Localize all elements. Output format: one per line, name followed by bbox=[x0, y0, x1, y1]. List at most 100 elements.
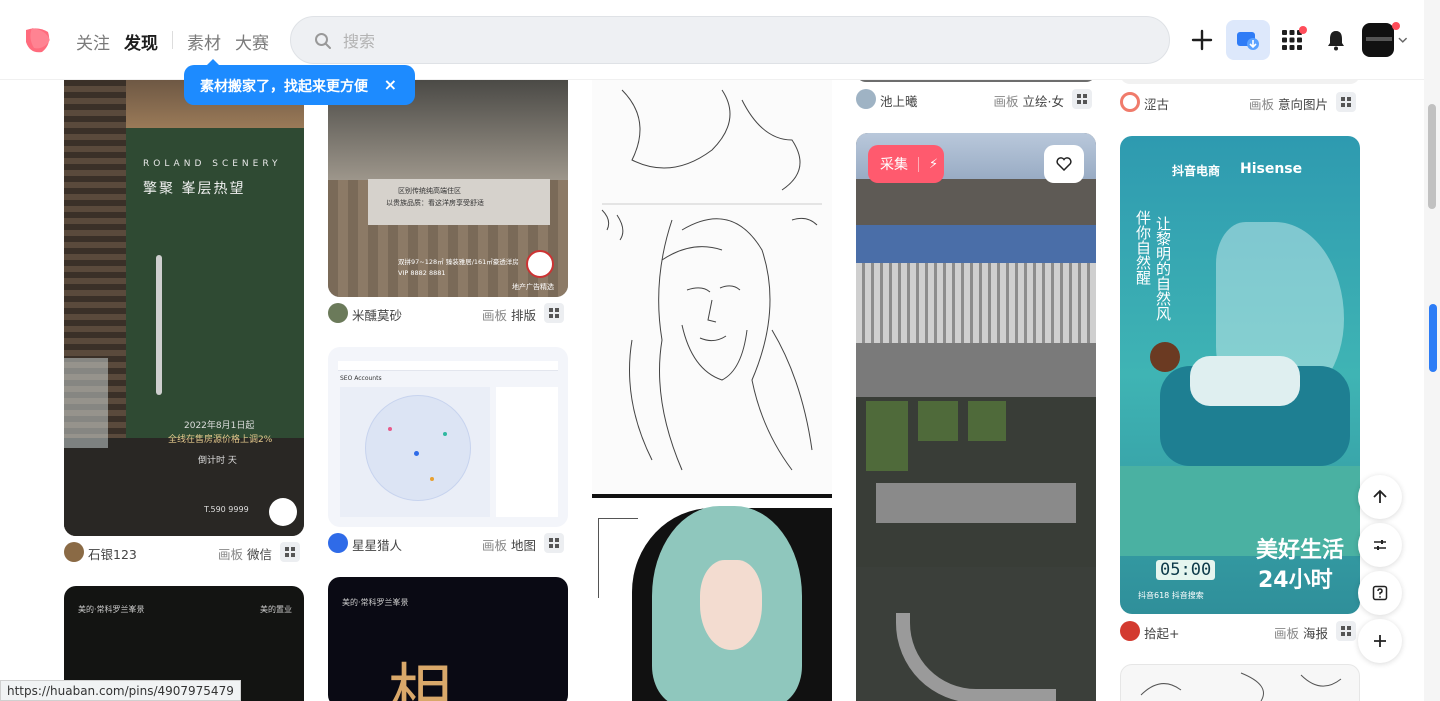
pin-meta: 拾起+ 画板 海报 bbox=[1120, 620, 1360, 642]
pin-header-right: 美的置业 bbox=[260, 605, 292, 614]
nav-follow[interactable]: 关注 bbox=[76, 29, 110, 54]
nav-divider bbox=[172, 31, 173, 49]
floor bbox=[64, 438, 304, 536]
hedge bbox=[918, 401, 958, 441]
faucet bbox=[156, 255, 162, 395]
sketch-illustration bbox=[1140, 672, 1342, 701]
arrow-up-icon bbox=[1373, 489, 1387, 503]
person bbox=[1190, 356, 1300, 406]
pin-big-text: 相 bbox=[388, 658, 452, 701]
search-bar[interactable] bbox=[290, 16, 1170, 64]
board-icon[interactable] bbox=[280, 542, 300, 562]
plus-icon bbox=[1191, 29, 1213, 51]
pin-board[interactable]: 画板 排版 bbox=[482, 305, 536, 324]
pin-footer: 抖音618 抖音搜索 bbox=[1138, 591, 1204, 600]
slogan: 美好生活 bbox=[1256, 538, 1345, 563]
search-icon bbox=[315, 33, 331, 49]
pin-card[interactable]: ROLAND SCENERY 擎聚 峯层热望 2022年8月1日起 全线在售房源… bbox=[64, 80, 304, 536]
banner-text: 区别传统纯高端住区 bbox=[398, 187, 461, 195]
pin-user[interactable]: 池上曦 bbox=[880, 91, 918, 110]
logo-icon[interactable] bbox=[22, 24, 54, 56]
pin-card[interactable]: 抖音电商 Hisense 让黎明的自然风 伴你自然醒 美好生活 24小时 05:… bbox=[1120, 136, 1360, 614]
pin-user[interactable]: 涩古 bbox=[1144, 94, 1169, 113]
pin-card[interactable] bbox=[592, 80, 832, 494]
notifications-button[interactable] bbox=[1316, 20, 1356, 60]
scroll-top-button[interactable] bbox=[1358, 475, 1402, 519]
materials-moved-tooltip: 素材搬家了，找起来更方便 × bbox=[184, 59, 415, 105]
board-icon[interactable] bbox=[544, 533, 564, 553]
pin-meta: 米醺莫砂 画板 排版 bbox=[328, 302, 568, 324]
sketch-illustration bbox=[601, 89, 822, 471]
chevron-down-icon bbox=[1398, 37, 1408, 43]
pin-board[interactable]: 画板 海报 bbox=[1274, 623, 1328, 642]
filter-icon bbox=[1374, 540, 1386, 550]
qr-code bbox=[269, 498, 297, 526]
board-icon[interactable] bbox=[544, 303, 564, 323]
apps-button[interactable] bbox=[1272, 20, 1312, 60]
pin-card[interactable]: SEO Accounts bbox=[328, 347, 568, 527]
create-button[interactable] bbox=[1182, 20, 1222, 60]
status-url: https://huaban.com/pins/4907975479 bbox=[0, 680, 241, 701]
pin-app-title: SEO Accounts bbox=[340, 375, 382, 382]
pin-vertical-text: 伴你自然醒 bbox=[1134, 210, 1152, 285]
pin-board[interactable]: 画板 微信 bbox=[218, 544, 272, 563]
collect-button[interactable]: 采集 ⚡ bbox=[868, 145, 944, 183]
pin-meta: 涩古 画板 意向图片 bbox=[1120, 91, 1360, 113]
map-circle bbox=[365, 395, 471, 501]
help-icon bbox=[1372, 585, 1388, 601]
pin-user[interactable]: 拾起+ bbox=[1144, 623, 1179, 642]
zoom-slider[interactable] bbox=[1429, 304, 1437, 372]
download-app-button[interactable] bbox=[1226, 20, 1270, 60]
close-icon[interactable]: × bbox=[384, 75, 397, 94]
pin-area-text: 双拼97~128㎡ 臻装雅居/161㎡豪透洋房 bbox=[398, 258, 519, 266]
pin-phone: T.590 9999 bbox=[204, 505, 249, 514]
board-icon[interactable] bbox=[1336, 92, 1356, 112]
plaza bbox=[856, 343, 1096, 397]
avatar[interactable] bbox=[328, 533, 348, 553]
pin-board[interactable]: 画板 地图 bbox=[482, 535, 536, 554]
add-button[interactable] bbox=[1358, 619, 1402, 663]
pin-meta: 池上曦 画板 立绘·女 bbox=[856, 88, 1096, 110]
pin-card[interactable]: 美的·常科罗兰峯景 相 bbox=[328, 577, 568, 701]
pin-card[interactable]: 区别传统纯高端住区 以贵族品质：看这洋房享受舒适 双拼97~128㎡ 臻装雅居/… bbox=[328, 80, 568, 297]
scrollbar-thumb[interactable] bbox=[1428, 104, 1436, 209]
face bbox=[700, 560, 762, 650]
sketch-notes bbox=[598, 518, 638, 598]
board-icon[interactable] bbox=[1336, 621, 1356, 641]
avatar[interactable] bbox=[328, 303, 348, 323]
pin-price: 全线在售房源价格上调2% bbox=[168, 435, 273, 445]
filter-button[interactable] bbox=[1358, 523, 1402, 567]
pin-meta: 星星猎人 画板 地图 bbox=[328, 532, 568, 554]
pin-user[interactable]: 星星猎人 bbox=[352, 535, 402, 554]
like-button[interactable] bbox=[1044, 145, 1084, 183]
help-button[interactable] bbox=[1358, 571, 1402, 615]
map-pin bbox=[388, 427, 392, 431]
avatar[interactable] bbox=[1120, 92, 1140, 112]
nav-materials[interactable]: 素材 bbox=[187, 29, 221, 54]
pin-user[interactable]: 米醺莫砂 bbox=[352, 305, 402, 324]
avatar[interactable] bbox=[856, 89, 876, 109]
user-avatar-menu[interactable] bbox=[1362, 20, 1408, 60]
tub bbox=[64, 358, 108, 448]
pin-date: 2022年8月1日起 bbox=[184, 421, 255, 431]
bell-icon bbox=[1328, 31, 1344, 51]
nav-contest[interactable]: 大赛 bbox=[235, 29, 269, 54]
avatar[interactable] bbox=[64, 542, 84, 562]
pin-card[interactable] bbox=[592, 494, 832, 701]
search-input[interactable] bbox=[343, 27, 1123, 55]
board-icon[interactable] bbox=[1072, 89, 1092, 109]
tooltip-text: 素材搬家了，找起来更方便 bbox=[200, 79, 368, 95]
avatar[interactable] bbox=[1120, 621, 1140, 641]
pin-brand-left: 抖音电商 bbox=[1172, 164, 1221, 178]
qr-code bbox=[526, 250, 554, 278]
flash-icon: ⚡ bbox=[918, 156, 938, 172]
pin-card[interactable]: 采集 ⚡ bbox=[856, 133, 1096, 701]
hair bbox=[1150, 342, 1180, 372]
nav-discover[interactable]: 发现 bbox=[124, 29, 158, 54]
pin-board[interactable]: 画板 意向图片 bbox=[1249, 94, 1328, 113]
pin-subtitle: 擎聚 峯层热望 bbox=[143, 181, 246, 197]
pin-card[interactable] bbox=[1120, 664, 1360, 701]
download-icon bbox=[1237, 32, 1259, 50]
pin-board[interactable]: 画板 立绘·女 bbox=[994, 91, 1065, 110]
pin-user[interactable]: 石银123 bbox=[88, 544, 137, 563]
